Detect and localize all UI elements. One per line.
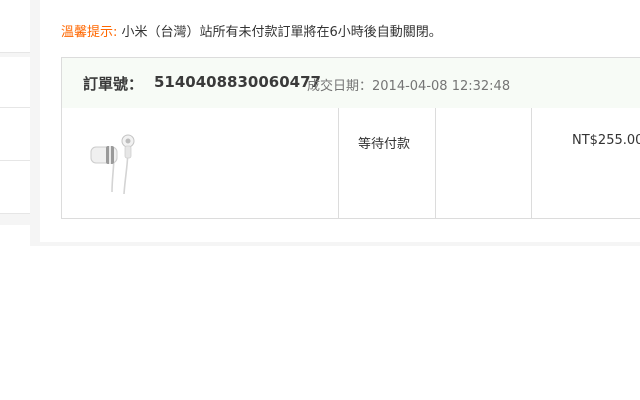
sidebar: [0, 0, 30, 246]
order-item-row: 等待付款 NT$255.00: [61, 108, 640, 219]
order-number[interactable]: 5140408830060477: [154, 73, 321, 91]
earphones-icon[interactable]: [84, 134, 144, 198]
sidebar-item[interactable]: [0, 108, 30, 161]
order-header: 訂單號： 5140408830060477 成交日期：2014-04-08 12…: [61, 57, 640, 109]
order-number-label: 訂單號：: [83, 75, 144, 93]
column-divider: [338, 108, 339, 218]
order-panel: 溫馨提示: 小米（台灣）站所有未付款訂單將在6小時後自動關閉。 訂單號： 514…: [40, 0, 640, 242]
sidebar-item[interactable]: [0, 57, 30, 108]
sidebar-item[interactable]: [0, 225, 30, 246]
item-price: NT$255.00: [572, 133, 640, 148]
notice-text: 小米（台灣）站所有未付款訂單將在6小時後自動關閉。: [117, 25, 442, 40]
order-date-value: 2014-04-08 12:32:48: [372, 79, 511, 94]
notice-label: 溫馨提示:: [61, 25, 118, 40]
column-divider: [435, 108, 436, 218]
notice-bar: 溫馨提示: 小米（台灣）站所有未付款訂單將在6小時後自動關閉。: [61, 21, 442, 40]
sidebar-item[interactable]: [0, 161, 30, 214]
order-date-label: 成交日期：: [307, 79, 373, 94]
column-divider: [531, 108, 532, 218]
sidebar-item[interactable]: [0, 0, 30, 53]
payment-status: 等待付款: [358, 137, 411, 152]
order-date: 成交日期：2014-04-08 12:32:48: [307, 75, 510, 94]
